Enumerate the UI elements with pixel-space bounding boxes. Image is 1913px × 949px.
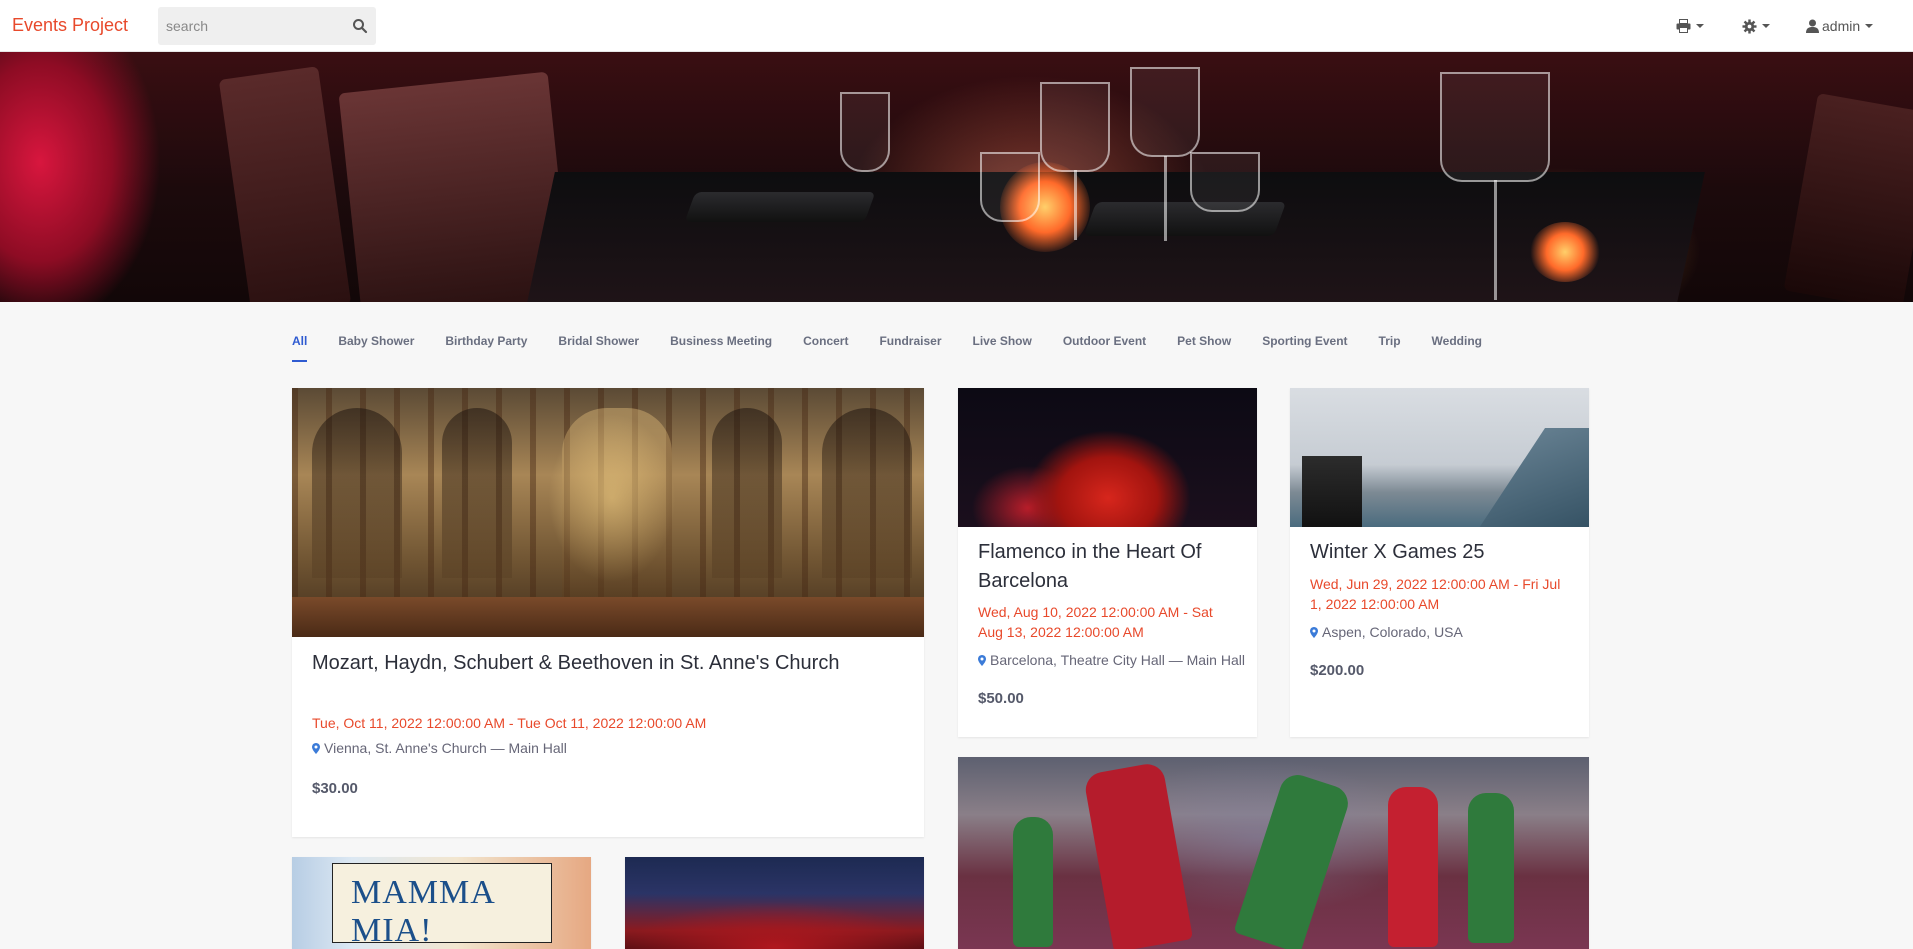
event-location-label: Vienna, St. Anne's Church — Main Hall (324, 740, 567, 756)
map-pin-icon (978, 654, 986, 666)
event-title[interactable]: Winter X Games 25 (1310, 538, 1569, 567)
event-date: Wed, Aug 10, 2022 12:00:00 AM - Sat Aug … (978, 604, 1213, 640)
chevron-down-icon (1865, 24, 1874, 28)
event-image[interactable] (958, 757, 1589, 949)
event-card[interactable] (625, 857, 924, 949)
search-box (158, 7, 376, 45)
brand-link[interactable]: Events Project (12, 15, 128, 36)
user-name-label: admin (1822, 18, 1861, 34)
tab-sporting-event[interactable]: Sporting Event (1262, 334, 1347, 362)
tab-outdoor-event[interactable]: Outdoor Event (1063, 334, 1146, 362)
search-icon[interactable] (352, 18, 368, 34)
event-image[interactable] (292, 388, 924, 637)
top-navbar: Events Project admin (0, 0, 1913, 52)
event-title[interactable]: Flamenco in the Heart Of Barcelona (978, 538, 1237, 596)
event-location: Barcelona, Theatre City Hall — Main Hall (978, 652, 1247, 668)
event-image[interactable] (625, 857, 924, 949)
event-image[interactable] (958, 388, 1257, 527)
print-icon (1676, 19, 1691, 33)
hero-banner-image (0, 52, 1913, 302)
map-pin-icon (1310, 626, 1318, 638)
event-card[interactable] (958, 757, 1589, 949)
tab-birthday-party[interactable]: Birthday Party (445, 334, 527, 362)
tab-pet-show[interactable]: Pet Show (1177, 334, 1231, 362)
event-date: Wed, Jun 29, 2022 12:00:00 AM - Fri Jul … (1310, 576, 1561, 612)
event-image[interactable] (1290, 388, 1589, 527)
event-location-label: Aspen, Colorado, USA (1322, 624, 1463, 640)
event-price: $50.00 (978, 690, 1024, 707)
settings-menu-button[interactable] (1742, 14, 1770, 38)
chevron-down-icon (1696, 24, 1704, 28)
event-price: $200.00 (1310, 662, 1365, 679)
event-title[interactable]: Mozart, Haydn, Schubert & Beethoven in S… (312, 649, 904, 678)
event-card[interactable]: Winter X Games 25 Wed, Jun 29, 2022 12:0… (1290, 388, 1589, 737)
tab-all[interactable]: All (292, 334, 308, 362)
event-location: Aspen, Colorado, USA (1310, 624, 1579, 640)
search-input[interactable] (158, 7, 348, 45)
print-menu-button[interactable] (1676, 14, 1704, 38)
user-menu-button[interactable]: admin (1806, 14, 1874, 38)
event-card[interactable]: Flamenco in the Heart Of Barcelona Wed, … (958, 388, 1257, 737)
category-tabs: All Baby Shower Birthday Party Bridal Sh… (292, 334, 1513, 362)
chevron-down-icon (1762, 24, 1770, 28)
poster-title: MAMMA MIA! (351, 874, 494, 949)
event-location: Vienna, St. Anne's Church — Main Hall (312, 740, 914, 756)
gear-icon (1742, 18, 1757, 34)
event-price: $30.00 (312, 780, 358, 797)
tab-concert[interactable]: Concert (803, 334, 848, 362)
event-card[interactable]: MAMMA MIA! (292, 857, 591, 949)
event-card[interactable]: Mozart, Haydn, Schubert & Beethoven in S… (292, 388, 924, 837)
tab-wedding[interactable]: Wedding (1432, 334, 1482, 362)
tab-trip[interactable]: Trip (1379, 334, 1401, 362)
tab-bridal-shower[interactable]: Bridal Shower (558, 334, 639, 362)
tab-fundraiser[interactable]: Fundraiser (879, 334, 941, 362)
tab-live-show[interactable]: Live Show (972, 334, 1031, 362)
event-location-label: Barcelona, Theatre City Hall — Main Hall (990, 652, 1245, 668)
map-pin-icon (312, 742, 320, 754)
tab-business-meeting[interactable]: Business Meeting (670, 334, 772, 362)
event-date: Tue, Oct 11, 2022 12:00:00 AM - Tue Oct … (312, 715, 707, 731)
user-icon (1806, 19, 1819, 33)
tab-baby-shower[interactable]: Baby Shower (338, 334, 414, 362)
event-image[interactable]: MAMMA MIA! (292, 857, 591, 949)
